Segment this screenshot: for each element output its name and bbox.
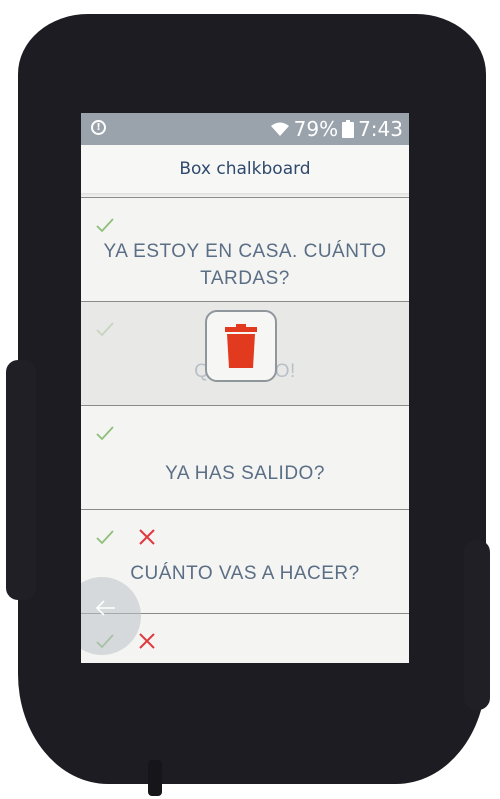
check-icon	[96, 322, 114, 337]
check-icon	[96, 218, 114, 233]
device-screen: ! 79% 7:43 Box chalkboard YA ESTOY EN CA…	[81, 113, 409, 663]
message-text: YA ESTOY EN CASA. CUÁNTO TARDAS?	[103, 241, 387, 289]
device-side-bumper-right	[464, 540, 490, 710]
message-text: YA HAS SALIDO?	[165, 463, 325, 484]
status-indicators: 79% 7:43	[270, 117, 403, 141]
battery-icon	[342, 120, 355, 138]
alert-circle-icon: !	[91, 120, 106, 135]
delete-drop-target[interactable]	[205, 310, 277, 382]
cross-icon	[139, 529, 155, 545]
battery-percent: 79%	[293, 117, 339, 141]
page-title: Box chalkboard	[179, 159, 311, 179]
wifi-icon	[270, 122, 289, 136]
message-row[interactable]: YA HAS SALIDO?	[81, 405, 409, 509]
cross-icon	[139, 633, 155, 649]
back-arrow-icon	[95, 600, 115, 616]
status-bar: ! 79% 7:43	[81, 113, 409, 145]
device-side-bumper	[6, 360, 36, 600]
check-icon	[96, 426, 114, 441]
check-icon	[96, 530, 114, 545]
device-strap	[148, 760, 162, 796]
message-text: CUÁNTO VAS A HACER?	[130, 563, 360, 584]
app-header: Box chalkboard	[81, 145, 409, 194]
message-row[interactable]: YA ESTOY EN CASA. CUÁNTO TARDAS?	[81, 197, 409, 301]
status-time: 7:43	[358, 117, 403, 141]
trash-icon	[225, 324, 257, 368]
